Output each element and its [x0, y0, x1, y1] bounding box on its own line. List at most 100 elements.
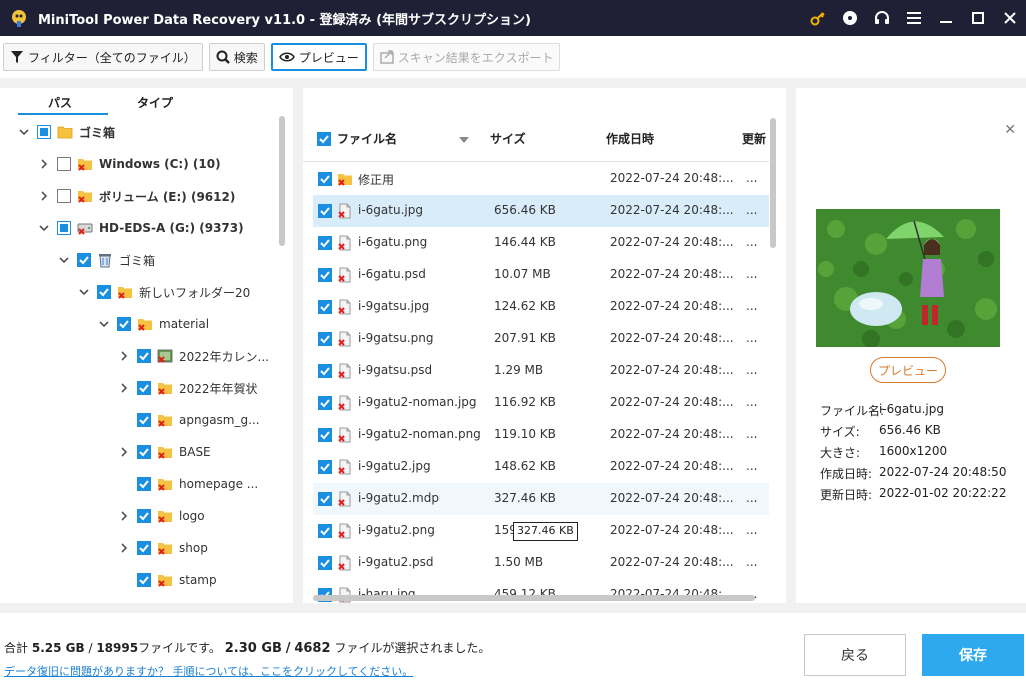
preview-button[interactable]: プレビュー: [870, 357, 946, 383]
tab-path[interactable]: パス: [48, 94, 72, 111]
file-row[interactable]: i-9gatu2-noman.jpg 116.92 KB 2022-07-24 20…: [313, 387, 769, 419]
file-row[interactable]: i-6gatu.png 146.44 KB 2022-07-24 20:48:...…: [313, 227, 769, 259]
chevron-right-icon[interactable]: [37, 157, 51, 171]
file-row[interactable]: i-9gatu2.mdp 327.46 KB 2022-07-24 20:48:..…: [313, 483, 769, 515]
minimize-icon[interactable]: [930, 0, 962, 36]
tree-item-checkbox[interactable]: [137, 541, 151, 555]
back-button[interactable]: 戻る: [804, 634, 906, 676]
panel-divider: [293, 88, 303, 603]
chevron-right-icon[interactable]: [117, 349, 131, 363]
file-modified: ...: [746, 203, 758, 217]
deleted-file-icon: [337, 555, 353, 571]
tree-item[interactable]: material: [97, 308, 209, 340]
preview-toolbar-button[interactable]: プレビュー: [270, 43, 367, 71]
file-row-checkbox[interactable]: [318, 332, 332, 346]
tree-item[interactable]: logo: [117, 500, 205, 532]
chevron-right-icon[interactable]: [37, 189, 51, 203]
file-row-checkbox[interactable]: [318, 364, 332, 378]
tree-scrollbar[interactable]: [279, 116, 285, 246]
file-row[interactable]: i-9gatu2-noman.png 119.10 KB 2022-07-24 20…: [313, 419, 769, 451]
tree-item-checkbox[interactable]: [57, 157, 71, 171]
tree-item[interactable]: shop: [117, 532, 208, 564]
file-row-checkbox[interactable]: [318, 428, 332, 442]
column-size[interactable]: サイズ: [490, 130, 526, 147]
image-folder-icon: [157, 348, 173, 364]
tree-item[interactable]: BASE: [117, 436, 211, 468]
file-row-checkbox[interactable]: [318, 396, 332, 410]
file-row[interactable]: 修正用 2022-07-24 20:48:......: [313, 163, 769, 195]
select-all-checkbox[interactable]: [317, 132, 331, 146]
file-row-checkbox[interactable]: [318, 524, 332, 538]
chevron-right-icon[interactable]: [117, 541, 131, 555]
close-icon[interactable]: [994, 0, 1026, 36]
file-row[interactable]: i-6gatu.jpg 656.46 KB 2022-07-24 20:48:...…: [313, 195, 769, 227]
tree-item[interactable]: 新しいフォルダー20: [77, 276, 250, 308]
file-row-checkbox[interactable]: [318, 492, 332, 506]
chevron-down-icon[interactable]: [77, 285, 91, 299]
file-row-checkbox[interactable]: [318, 300, 332, 314]
tree-item[interactable]: 2022年カレン...: [117, 340, 269, 372]
file-row-checkbox[interactable]: [318, 268, 332, 282]
tree-item-checkbox[interactable]: [137, 509, 151, 523]
chevron-down-icon[interactable]: [57, 253, 71, 267]
tree-item[interactable]: HD-EDS-A (G:) (9373): [37, 212, 244, 244]
tab-type[interactable]: タイプ: [137, 94, 173, 111]
file-row[interactable]: i-9gatsu.png 207.91 KB 2022-07-24 20:48:..…: [313, 323, 769, 355]
tree-item-checkbox[interactable]: [57, 189, 71, 203]
tree-item[interactable]: homepage ...: [117, 468, 258, 500]
tree-item[interactable]: ゴミ箱: [57, 244, 155, 276]
tree-item-checkbox[interactable]: [137, 573, 151, 587]
file-row[interactable]: i-9gatu2.jpg 148.62 KB 2022-07-24 20:48:..…: [313, 451, 769, 483]
tree-item-checkbox[interactable]: [57, 221, 71, 235]
list-vertical-scrollbar[interactable]: [770, 118, 776, 248]
column-created[interactable]: 作成日時: [606, 130, 654, 147]
file-row-checkbox[interactable]: [318, 172, 332, 186]
close-preview-icon[interactable]: ✕: [1004, 122, 1016, 138]
headset-icon[interactable]: [866, 0, 898, 36]
tree-item-checkbox[interactable]: [77, 253, 91, 267]
tree-item-checkbox[interactable]: [37, 125, 51, 139]
sort-down-icon[interactable]: [459, 132, 469, 146]
file-row[interactable]: i-6gatu.psd 10.07 MB 2022-07-24 20:48:....…: [313, 259, 769, 291]
tree-item-checkbox[interactable]: [137, 445, 151, 459]
tree-item-checkbox[interactable]: [137, 381, 151, 395]
list-horizontal-scrollbar[interactable]: [313, 595, 755, 601]
tree-item-checkbox[interactable]: [137, 477, 151, 491]
chevron-down-icon[interactable]: [97, 317, 111, 331]
chevron-down-icon[interactable]: [37, 221, 51, 235]
chevron-right-icon[interactable]: [117, 445, 131, 459]
column-name[interactable]: ファイル名: [337, 130, 397, 147]
tree-item[interactable]: ボリューム (E:) (9612): [37, 180, 235, 212]
file-row-checkbox[interactable]: [318, 204, 332, 218]
file-row[interactable]: i-9gatsu.psd 1.29 MB 2022-07-24 20:48:....…: [313, 355, 769, 387]
maximize-icon[interactable]: [962, 0, 994, 36]
tree-item[interactable]: ゴミ箱: [17, 116, 115, 148]
menu-icon[interactable]: [898, 0, 930, 36]
help-link[interactable]: データ復旧に問題がありますか？ 手順については、ここをクリックしてください。: [4, 663, 413, 679]
tree-item-checkbox[interactable]: [137, 413, 151, 427]
tree-item-checkbox[interactable]: [137, 349, 151, 363]
tree-item[interactable]: Windows (C:) (10): [37, 148, 221, 180]
file-row-checkbox[interactable]: [318, 460, 332, 474]
key-icon[interactable]: [802, 0, 834, 36]
disc-icon[interactable]: [834, 0, 866, 36]
file-row-checkbox[interactable]: [318, 236, 332, 250]
file-row[interactable]: i-9gatsu.jpg 124.62 KB 2022-07-24 20:48:..…: [313, 291, 769, 323]
file-size: 116.92 KB: [494, 395, 556, 409]
filter-button[interactable]: フィルター（全てのファイル）: [3, 43, 203, 71]
search-button[interactable]: 検索: [208, 43, 265, 71]
tree-item-checkbox[interactable]: [97, 285, 111, 299]
chevron-right-icon[interactable]: [117, 381, 131, 395]
chevron-right-icon[interactable]: [117, 509, 131, 523]
file-name: i-9gatu2.psd: [358, 555, 434, 569]
save-button[interactable]: 保存: [922, 634, 1024, 676]
chevron-down-icon[interactable]: [17, 125, 31, 139]
tree-item[interactable]: 2022年年賀状: [117, 372, 258, 404]
tree-item[interactable]: stamp: [117, 564, 217, 596]
tree-item[interactable]: apngasm_g...: [117, 404, 260, 436]
column-modified[interactable]: 更新: [742, 130, 766, 147]
export-button[interactable]: スキャン結果をエクスポート: [372, 43, 561, 71]
file-row-checkbox[interactable]: [318, 556, 332, 570]
file-row[interactable]: i-9gatu2.psd 1.50 MB 2022-07-24 20:48:....…: [313, 547, 769, 579]
tree-item-checkbox[interactable]: [117, 317, 131, 331]
